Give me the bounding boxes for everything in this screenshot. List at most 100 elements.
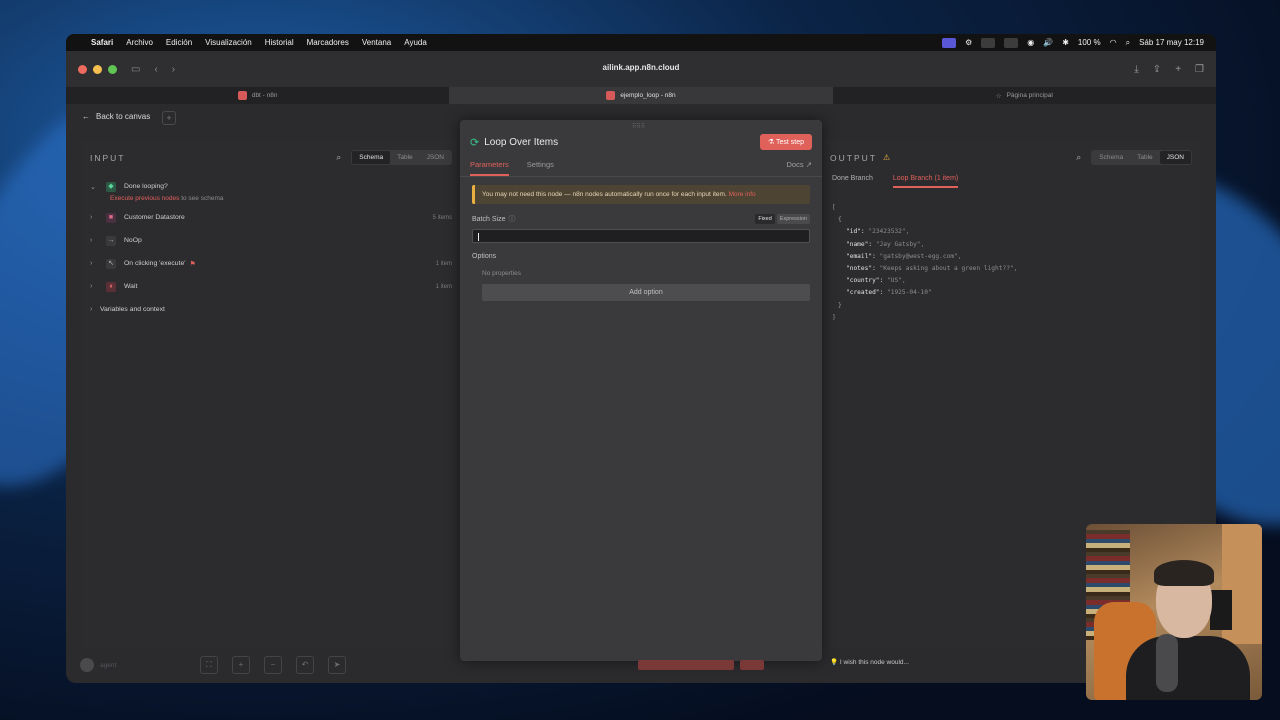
search-icon[interactable]: ⌕: [1126, 38, 1130, 48]
forward-arrow-icon[interactable]: ›: [172, 64, 175, 75]
fit-view-icon[interactable]: ⛶: [200, 656, 218, 674]
search-icon[interactable]: ⌕: [336, 152, 341, 163]
cursor-icon: ↖: [106, 258, 116, 269]
menu-ayuda[interactable]: Ayuda: [404, 38, 427, 47]
minimize-button[interactable]: [93, 64, 102, 74]
bluetooth-icon[interactable]: ✱: [1062, 38, 1069, 47]
docs-link[interactable]: Docs ↗: [787, 160, 812, 176]
tab-loop-branch[interactable]: Loop Branch (1 item): [892, 175, 959, 188]
tree-node[interactable]: › ■ Customer Datastore 5 items: [90, 206, 452, 229]
input-panel: INPUT ⌕ Schema Table JSON ⌄ ◆ Done loopi…: [82, 140, 460, 648]
tree-node[interactable]: › → NoOp: [90, 229, 452, 252]
tree-node[interactable]: › ⏸ Wait 1 item: [90, 275, 452, 298]
tab-parameters[interactable]: Parameters: [470, 160, 509, 176]
gear-icon[interactable]: ⚙: [965, 38, 972, 47]
share-icon[interactable]: ⇪: [1153, 64, 1161, 75]
delete-icon[interactable]: [740, 660, 764, 670]
input-title: INPUT: [90, 152, 126, 163]
more-info-link[interactable]: More info: [729, 191, 756, 198]
chevron-right-icon[interactable]: ›: [90, 306, 100, 313]
search-icon[interactable]: ⌕: [1076, 152, 1081, 163]
screen-share-icon[interactable]: [942, 37, 957, 48]
webcam-overlay: [1086, 524, 1262, 700]
menu-visualizacion[interactable]: Visualización: [205, 38, 252, 47]
json-bracket: ]: [832, 313, 836, 321]
menu-edicion[interactable]: Edición: [166, 38, 192, 47]
warning-text: You may not need this node — n8n nodes a…: [482, 191, 727, 198]
zoom-out-icon[interactable]: −: [264, 656, 282, 674]
app-icon[interactable]: [981, 37, 996, 48]
feedback-label: I wish this node would...: [839, 659, 909, 666]
node-title[interactable]: Loop Over Items: [484, 137, 558, 148]
fixed-option[interactable]: Fixed: [755, 214, 775, 224]
sidebar-icon[interactable]: ▭: [131, 64, 140, 75]
json-value: "US",: [887, 277, 906, 285]
menu-marcadores[interactable]: Marcadores: [307, 38, 349, 47]
tab-pagina-principal[interactable]: ☆ Página principal: [833, 87, 1216, 104]
branch-tabs: Done Branch Loop Branch (1 item): [822, 175, 1200, 188]
chevron-down-icon[interactable]: ⌄: [90, 183, 100, 191]
menu-historial[interactable]: Historial: [265, 38, 294, 47]
execute-workflow-button[interactable]: [638, 660, 734, 670]
app-icon[interactable]: [1004, 37, 1019, 48]
download-icon[interactable]: ⤓: [1134, 64, 1138, 75]
add-option-button[interactable]: Add option: [482, 284, 810, 301]
pointer-icon[interactable]: ➤: [328, 656, 346, 674]
tree-node[interactable]: ⌄ ◆ Done looping?: [90, 175, 452, 198]
external-link-icon: ↗: [805, 160, 812, 169]
json-line: "id": "23423532",: [832, 226, 1190, 238]
wifi-icon[interactable]: ◠: [1110, 38, 1117, 47]
view-json[interactable]: JSON: [420, 151, 451, 164]
menu-app[interactable]: Safari: [91, 38, 113, 47]
view-table[interactable]: Table: [1130, 151, 1160, 164]
agent-chip[interactable]: agent: [80, 658, 116, 672]
tab-overview-icon[interactable]: ❐: [1195, 64, 1204, 75]
batch-size-input[interactable]: [472, 229, 810, 243]
new-tab-icon[interactable]: +: [1175, 64, 1181, 75]
close-button[interactable]: [78, 64, 87, 74]
battery-level[interactable]: 100 %: [1078, 38, 1101, 47]
node-settings-modal: ⠿⠿⠿ ⟳ Loop Over Items ⚗ Test step Parame…: [460, 120, 822, 661]
view-schema[interactable]: Schema: [352, 151, 391, 164]
datetime[interactable]: Sáb 17 may 12:19: [1139, 38, 1204, 47]
variables-row[interactable]: › Variables and context: [90, 298, 452, 321]
browser-toolbar: ▭ ‹ › ailink.app.n8n.cloud ⤓ ⇪ + ❐: [66, 51, 1216, 87]
zoom-in-icon[interactable]: +: [232, 656, 250, 674]
chevron-right-icon[interactable]: ›: [90, 237, 100, 244]
chevron-right-icon[interactable]: ›: [90, 214, 100, 221]
chevron-right-icon[interactable]: ›: [90, 283, 100, 290]
json-key: "email":: [846, 252, 876, 260]
undo-icon[interactable]: ↶: [296, 656, 314, 674]
tab-done-branch[interactable]: Done Branch: [832, 175, 873, 188]
zoom-button[interactable]: [108, 64, 117, 74]
view-table[interactable]: Table: [390, 151, 420, 164]
item-count: 5 items: [432, 214, 452, 221]
json-value: "gatsby@west-egg.com",: [879, 252, 962, 260]
arrow-left-icon: ←: [82, 112, 90, 121]
add-node-button[interactable]: +: [162, 111, 176, 125]
json-value: "1925-04-10": [887, 289, 932, 297]
test-step-button[interactable]: ⚗ Test step: [759, 134, 812, 150]
expression-option[interactable]: Expression: [776, 214, 810, 224]
record-icon[interactable]: ◉: [1027, 38, 1034, 47]
chevron-right-icon[interactable]: ›: [90, 260, 100, 267]
menu-ventana[interactable]: Ventana: [362, 38, 391, 47]
tab-ejemplo-loop[interactable]: ejemplo_loop - n8n: [449, 87, 833, 104]
address-bar[interactable]: ailink.app.n8n.cloud: [406, 63, 876, 72]
back-arrow-icon[interactable]: ‹: [154, 64, 157, 75]
item-count: 1 item: [435, 260, 452, 267]
view-schema[interactable]: Schema: [1092, 151, 1130, 164]
tab-settings[interactable]: Settings: [527, 160, 554, 176]
tab-dbt[interactable]: dbt - n8n: [66, 87, 449, 104]
volume-icon[interactable]: 🔊: [1043, 38, 1053, 47]
help-icon[interactable]: ⓘ: [508, 214, 515, 224]
json-line: "name": "Jay Gatsby",: [832, 239, 1190, 251]
node-tabs: Parameters Settings Docs ↗: [460, 150, 822, 177]
view-json[interactable]: JSON: [1159, 151, 1191, 164]
back-to-canvas-button[interactable]: ← Back to canvas: [82, 112, 150, 121]
n8n-app: ← Back to canvas + INPUT ⌕ Schema Table …: [66, 104, 1216, 683]
menu-archivo[interactable]: Archivo: [126, 38, 153, 47]
tree-node[interactable]: › ↖ On clicking 'execute' ⚑ 1 item: [90, 252, 452, 275]
drag-handle-icon[interactable]: ⠿⠿⠿: [632, 123, 645, 130]
feedback-link[interactable]: 💡 I wish this node would...: [830, 658, 909, 666]
